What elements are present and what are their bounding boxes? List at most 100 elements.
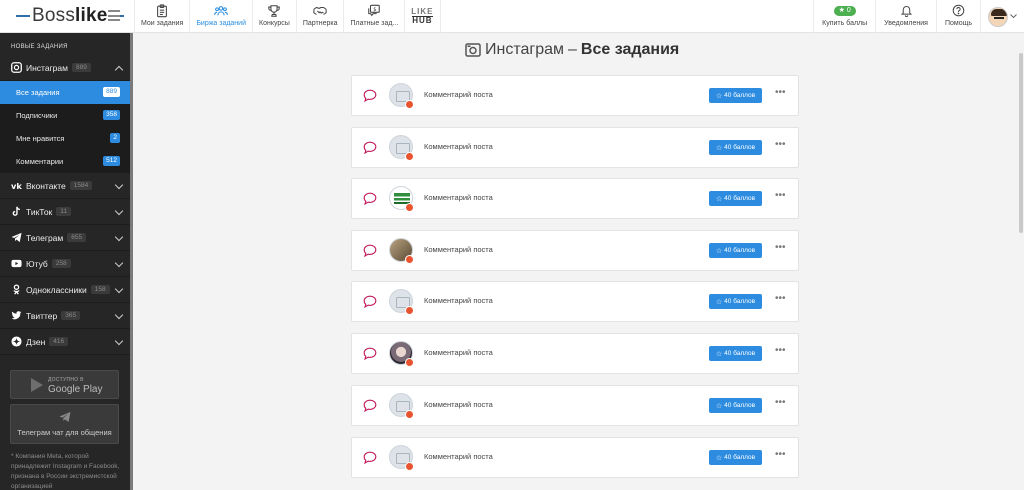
avatar (988, 6, 1008, 27)
chevron-down-icon (114, 232, 124, 242)
more-options-button[interactable]: ••• (775, 450, 786, 460)
count-badge: 889 (71, 63, 91, 72)
right-nav: ★ 0 Купить баллы Уведомления Помощь (813, 0, 1024, 33)
help-button[interactable]: Помощь (935, 0, 980, 33)
sidebar-item-followers[interactable]: Подписчики 358 (0, 104, 130, 127)
reward-button[interactable]: ☆ 40 баллов (709, 191, 762, 206)
handshake-icon (313, 6, 327, 15)
sidebar-item-twitter[interactable]: Твиттер 365 (0, 303, 130, 329)
nav-partner[interactable]: Партнерка (295, 0, 344, 33)
chevron-down-icon (114, 206, 124, 216)
page-title: Инстаграм – Все задания (465, 40, 679, 60)
nav-my-tasks[interactable]: Мои задания (134, 0, 189, 33)
telegram-chat-button[interactable]: Телеграм чат для общения (10, 404, 119, 444)
instagram-badge-icon (405, 100, 414, 109)
more-options-button[interactable]: ••• (775, 346, 786, 356)
telegram-icon (11, 232, 22, 243)
star-icon: ☆ (715, 350, 723, 358)
sidebar-item-dzen[interactable]: Дзен 416 (0, 329, 130, 355)
google-play-icon (31, 377, 43, 392)
count-badge: 512 (103, 156, 120, 166)
task-title: Комментарий поста (424, 348, 493, 357)
task-card[interactable]: Комментарий поста ☆ 40 баллов ••• (351, 127, 799, 168)
sidebar-item-odnoklassniki[interactable]: Одноклассники 158 (0, 277, 130, 303)
task-title: Комментарий поста (424, 296, 493, 305)
page-scrollbar[interactable] (1018, 33, 1024, 490)
task-card[interactable]: Комментарий поста ☆ 40 баллов ••• (351, 178, 799, 219)
task-card[interactable]: Комментарий поста ☆ 40 баллов ••• (351, 385, 799, 426)
task-card[interactable]: Комментарий поста ☆ 40 баллов ••• (351, 281, 799, 322)
notifications-button[interactable]: Уведомления (875, 0, 936, 33)
count-badge: 1584 (69, 181, 93, 190)
buy-points-button[interactable]: ★ 0 Купить баллы (813, 0, 875, 33)
sidebar: НОВЫЕ ЗАДАНИЯ Инстаграм 889 Все задания … (0, 33, 133, 490)
sidebar-item-likes[interactable]: Мне нравится 2 (0, 127, 130, 150)
reward-button[interactable]: ☆ 40 баллов (709, 88, 762, 103)
chevron-down-icon (114, 258, 124, 268)
chevron-down-icon (1010, 14, 1017, 19)
menu-toggle-icon[interactable] (108, 10, 120, 21)
reward-button[interactable]: ☆ 40 баллов (709, 294, 762, 309)
sidebar-item-tiktok[interactable]: ТикТок 11 (0, 199, 130, 225)
count-badge: 889 (103, 87, 120, 97)
bell-icon (900, 6, 912, 17)
sidebar-scrollbar[interactable] (130, 33, 133, 490)
vk-icon: vk (11, 180, 22, 191)
sidebar-item-all-tasks[interactable]: Все задания 889 (0, 81, 130, 104)
nav-like-hub[interactable]: LIKE HUB (404, 0, 441, 33)
task-title: Комментарий поста (424, 400, 493, 409)
more-options-button[interactable]: ••• (775, 140, 786, 150)
reward-button[interactable]: ☆ 40 баллов (709, 346, 762, 361)
star-icon: ☆ (715, 247, 723, 255)
task-card[interactable]: Комментарий поста ☆ 40 баллов ••• (351, 230, 799, 271)
comment-icon (363, 192, 377, 205)
chevron-down-icon (114, 180, 124, 190)
task-title: Комментарий поста (424, 90, 493, 99)
count-badge: 416 (49, 337, 69, 346)
sidebar-item-instagram[interactable]: Инстаграм 889 (0, 55, 130, 81)
task-card[interactable]: Комментарий поста ☆ 40 баллов ••• (351, 333, 799, 374)
reward-button[interactable]: ☆ 40 баллов (709, 450, 762, 465)
sidebar-item-vkontakte[interactable]: vk Вконтакте 1584 (0, 173, 130, 199)
more-options-button[interactable]: ••• (775, 398, 786, 408)
trophy-icon (268, 5, 281, 17)
task-title: Комментарий поста (424, 245, 493, 254)
google-play-button[interactable]: ДОСТУПНО В Google Play (10, 370, 119, 399)
nav-task-exchange[interactable]: Биржа заданий (189, 0, 252, 33)
count-badge: 365 (61, 311, 81, 320)
chevron-down-icon (114, 336, 124, 346)
task-card[interactable]: Комментарий поста ☆ 40 баллов ••• (351, 437, 799, 478)
star-icon: ☆ (715, 454, 723, 462)
sidebar-item-comments[interactable]: Комментарии 512 (0, 150, 130, 173)
clipboard-icon (157, 4, 168, 18)
profile-menu[interactable] (980, 0, 1024, 33)
sidebar-item-youtube[interactable]: Ютуб 258 (0, 251, 130, 277)
more-options-button[interactable]: ••• (775, 243, 786, 253)
count-badge: 655 (67, 233, 87, 242)
star-icon: ☆ (715, 92, 723, 100)
star-icon: ☆ (715, 144, 723, 152)
reward-button[interactable]: ☆ 40 баллов (709, 398, 762, 413)
instagram-badge-icon (405, 255, 414, 264)
comment-icon (363, 347, 377, 360)
top-nav: Мои задания Биржа заданий Конкурсы Партн… (134, 0, 441, 33)
comment-icon (363, 244, 377, 257)
more-options-button[interactable]: ••• (775, 294, 786, 304)
count-badge: 2 (110, 133, 120, 143)
sidebar-item-telegram[interactable]: Телеграм 655 (0, 225, 130, 251)
more-options-button[interactable]: ••• (775, 191, 786, 201)
more-options-button[interactable]: ••• (775, 88, 786, 98)
meta-disclaimer: * Компания Meta, которой принадлежит Ins… (11, 453, 120, 490)
instagram-badge-icon (405, 203, 414, 212)
nav-paid-tasks[interactable]: $ Платные зад... (343, 0, 404, 33)
count-badge: 358 (103, 110, 120, 120)
points-badge: ★ 0 (833, 6, 856, 16)
star-icon: ☆ (715, 195, 723, 203)
nav-contests[interactable]: Конкурсы (252, 0, 296, 33)
count-badge: 11 (56, 207, 72, 216)
count-badge: 158 (90, 285, 110, 294)
reward-button[interactable]: ☆ 40 баллов (709, 140, 762, 155)
comment-icon (363, 451, 377, 464)
reward-button[interactable]: ☆ 40 баллов (709, 243, 762, 258)
task-card[interactable]: Комментарий поста ☆ 40 баллов ••• (351, 75, 799, 116)
